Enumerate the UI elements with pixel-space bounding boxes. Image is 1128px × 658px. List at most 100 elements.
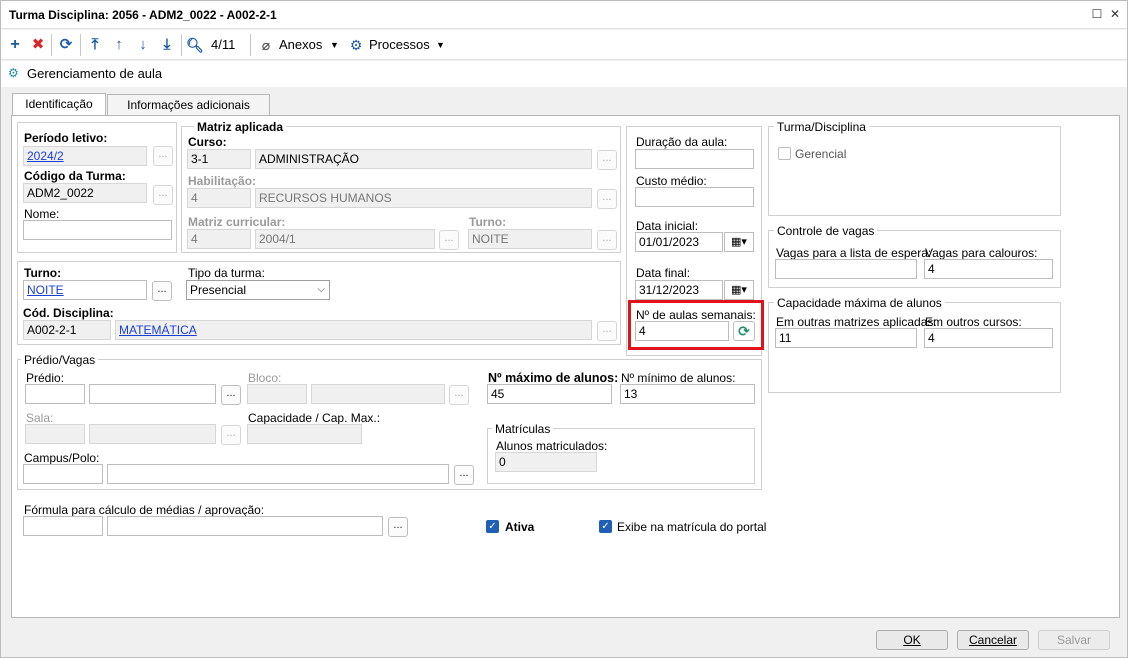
calendar-icon[interactable]: ▦▾ (724, 280, 754, 300)
codigo-label: Código da Turma: (24, 169, 126, 183)
curso-code-field[interactable]: 3-1 (187, 149, 251, 169)
turma-disciplina-title: Turma/Disciplina (774, 120, 869, 134)
calouros-label: Vagas para calouros: (925, 246, 1038, 260)
dialog-window: Turma Disciplina: 2056 - ADM2_0022 - A00… (0, 0, 1128, 658)
add-icon[interactable]: + (7, 35, 23, 55)
disciplina-name-field[interactable]: MATEMÁTICA (115, 320, 592, 340)
processos-menu[interactable]: Processos (369, 35, 430, 55)
predio-title: Prédio/Vagas (21, 353, 99, 367)
curso-name-field[interactable]: ADMINISTRAÇÃO (255, 149, 592, 169)
ok-button[interactable]: OK (876, 630, 948, 650)
espera-field[interactable] (775, 259, 917, 279)
previous-record-icon[interactable]: ↑ (110, 35, 128, 55)
codigo-lookup-button[interactable]: ... (153, 185, 173, 205)
next-record-icon[interactable]: ↓ (134, 35, 152, 55)
campus-code-field[interactable] (23, 464, 103, 484)
maximize-icon[interactable]: ☐ (1089, 6, 1105, 22)
tipo-turma-select[interactable]: Presencial ⌵ (186, 280, 330, 300)
exibe-portal-checkbox[interactable]: ✓ (599, 520, 612, 533)
turno-lookup-button[interactable]: ... (152, 281, 172, 301)
nome-field[interactable] (23, 220, 172, 240)
max-alunos-label: Nº máximo de alunos: (488, 371, 619, 385)
data-inicial-label: Data inicial: (636, 219, 699, 233)
campus-lookup-button[interactable]: ... (454, 465, 474, 485)
campus-label: Campus/Polo: (24, 451, 100, 465)
duracao-field[interactable] (635, 149, 754, 169)
turno-label: Turno: (24, 266, 62, 280)
capacidade-title: Capacidade máxima de alunos (774, 296, 945, 310)
campus-name-field[interactable] (107, 464, 449, 484)
habilitacao-label: Habilitação: (188, 174, 257, 188)
ok-label: OK (903, 633, 921, 647)
capacidade-sala-field[interactable] (247, 424, 362, 444)
habilitacao-name-field[interactable]: RECURSOS HUMANOS (255, 188, 592, 208)
predio-lookup-button[interactable]: ... (221, 385, 241, 405)
disciplina-label: Cód. Disciplina: (23, 306, 114, 320)
periodo-lookup-button[interactable]: ... (153, 146, 173, 166)
anexos-menu[interactable]: Anexos (279, 35, 322, 55)
disciplina-lookup-button[interactable]: ... (597, 321, 617, 341)
codigo-field[interactable]: ADM2_0022 (23, 183, 147, 203)
formula-lookup-button[interactable]: ... (388, 517, 408, 537)
outros-cursos-field[interactable]: 4 (924, 328, 1053, 348)
sala-name-field[interactable] (89, 424, 216, 444)
nome-label: Nome: (24, 207, 60, 221)
ativa-label: Ativa (505, 520, 535, 534)
delete-icon[interactable]: ✖ (30, 35, 46, 55)
min-alunos-field[interactable]: 13 (620, 384, 755, 404)
matriculas-title: Matrículas (492, 422, 554, 436)
outras-matrizes-field[interactable]: 11 (775, 328, 917, 348)
chevron-down-icon[interactable]: ▼ (330, 35, 339, 55)
tipo-turma-label: Tipo da turma: (188, 266, 265, 280)
disciplina-code-field[interactable]: A002-2-1 (23, 320, 111, 340)
data-final-field[interactable]: 31/12/2023 (635, 280, 723, 300)
last-record-icon[interactable]: ⤓ (158, 35, 176, 55)
cancelar-button[interactable]: Cancelar (957, 630, 1029, 650)
formula-name-field[interactable] (107, 516, 383, 536)
max-alunos-field[interactable]: 45 (487, 384, 612, 404)
bloco-name-field[interactable] (311, 384, 445, 404)
matriz-turno-lookup-button[interactable]: ... (597, 230, 617, 250)
matriz-turno-label: Turno: (469, 215, 507, 229)
page-title: Gerenciamento de aula (27, 66, 163, 81)
periodo-field[interactable]: 2024/2 (23, 146, 147, 166)
calendar-icon[interactable]: ▦▾ (724, 232, 754, 252)
refresh-icon[interactable]: ⟳ (57, 35, 75, 55)
matriz-name-field[interactable]: 2004/1 (255, 229, 435, 249)
min-alunos-label: Nº mínimo de alunos: (621, 371, 736, 385)
close-icon[interactable]: ✕ (1107, 6, 1123, 22)
chevron-down-icon[interactable]: ▼ (436, 35, 445, 55)
curso-label: Curso: (188, 135, 227, 149)
sala-lookup-button[interactable]: ... (221, 425, 241, 445)
matriz-lookup-button[interactable]: ... (439, 230, 459, 250)
gear-icon: ⚙ (349, 37, 363, 53)
data-inicial-field[interactable]: 01/01/2023 (635, 232, 723, 252)
calouros-field[interactable]: 4 (924, 259, 1053, 279)
matriz-code-field[interactable]: 4 (187, 229, 251, 249)
first-record-icon[interactable]: ⤒ (86, 35, 104, 55)
search-icon[interactable]: 🔍︎ (186, 35, 204, 55)
bloco-code-field[interactable] (247, 384, 307, 404)
predio-code-field[interactable] (25, 384, 85, 404)
salvar-button[interactable]: Salvar (1038, 630, 1110, 650)
ativa-checkbox[interactable]: ✓ (486, 520, 499, 533)
capacidade-sala-label: Capacidade / Cap. Max.: (248, 411, 381, 425)
habilitacao-code-field[interactable]: 4 (187, 188, 251, 208)
matriculados-field[interactable]: 0 (495, 452, 597, 472)
predio-name-field[interactable] (89, 384, 216, 404)
matriz-turno-field[interactable]: NOITE (468, 229, 592, 249)
custo-field[interactable] (635, 187, 754, 207)
tab-informacoes-adicionais[interactable]: Informações adicionais (107, 94, 270, 116)
matriz-title: Matriz aplicada (194, 120, 287, 134)
exibe-portal-label: Exibe na matrícula do portal (617, 520, 767, 534)
sala-code-field[interactable] (25, 424, 85, 444)
tipo-turma-value: Presencial (190, 283, 247, 297)
curso-lookup-button[interactable]: ... (597, 150, 617, 170)
bloco-lookup-button[interactable]: ... (449, 385, 469, 405)
outras-matrizes-label: Em outras matrizes aplicadas: (776, 315, 937, 329)
habilitacao-lookup-button[interactable]: ... (597, 189, 617, 209)
turno-field[interactable]: NOITE (23, 280, 147, 300)
gerencial-checkbox[interactable] (778, 147, 791, 160)
formula-code-field[interactable] (23, 516, 103, 536)
tab-identificacao[interactable]: Identificação (12, 93, 106, 117)
